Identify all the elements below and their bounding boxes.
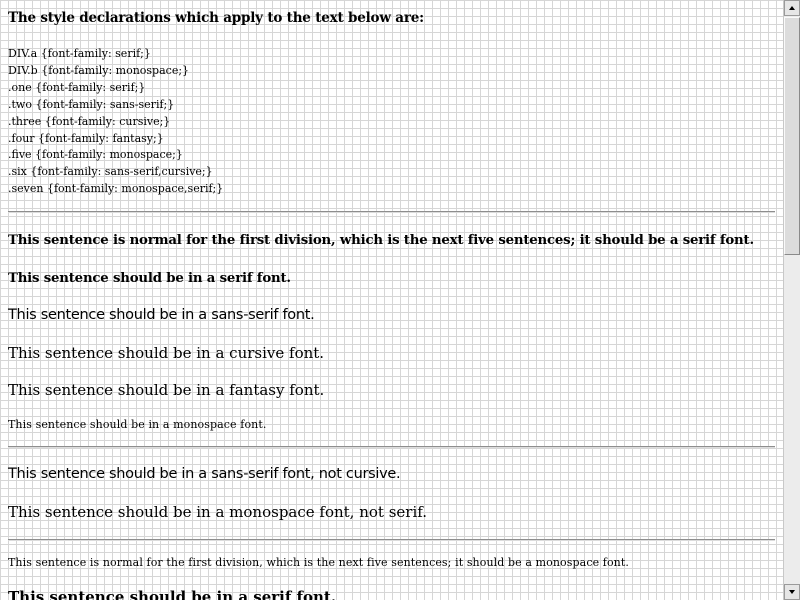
scroll-down-button[interactable] (784, 584, 800, 600)
style-rule: .seven {font-family: monospace,serif;} (8, 182, 224, 196)
style-rule: .four {font-family: fantasy;} (8, 131, 164, 145)
sans-serif-sentence: This sentence should be in a sans-serif … (8, 307, 315, 323)
monospace-sentence: This sentence should be in a monospace f… (8, 418, 267, 431)
divider (8, 539, 775, 541)
monospace-not-serif-sentence: This sentence should be in a monospace f… (8, 503, 428, 521)
style-rule: .five {font-family: monospace;} (8, 148, 183, 162)
arrow-down-icon (789, 590, 795, 594)
style-rule: DIV.b {font-family: monospace;} (8, 63, 190, 77)
style-rule: .two {font-family: sans-serif;} (8, 97, 175, 111)
divider (8, 211, 775, 213)
style-rule: .six {font-family: sans-serif,cursive;} (8, 165, 213, 179)
scrollbar-thumb[interactable] (784, 17, 800, 255)
arrow-up-icon (789, 6, 795, 10)
fantasy-sentence: This sentence should be in a fantasy fon… (8, 381, 325, 399)
sans-serif-not-cursive-sentence: This sentence should be in a sans-serif … (8, 466, 401, 482)
division-a-normal-sentence: This sentence is normal for the first di… (8, 233, 754, 248)
style-rule: .three {font-family: cursive;} (8, 114, 171, 128)
style-rules-list: DIV.a {font-family: serif;} DIV.b {font-… (8, 46, 223, 198)
scroll-up-button[interactable] (784, 0, 800, 16)
style-rule: .one {font-family: serif;} (8, 80, 146, 94)
divider (8, 446, 775, 448)
page-viewport: The style declarations which apply to th… (0, 0, 783, 600)
serif-sentence: This sentence should be in a serif font. (8, 271, 291, 286)
division-b-normal-sentence: This sentence is normal for the first di… (8, 556, 629, 569)
vertical-scrollbar[interactable] (783, 0, 800, 600)
cursive-sentence: This sentence should be in a cursive fon… (8, 344, 325, 362)
division-b-serif-sentence: This sentence should be in a serif font. (8, 588, 337, 600)
declarations-heading: The style declarations which apply to th… (8, 10, 424, 26)
style-rule: DIV.a {font-family: serif;} (8, 47, 151, 60)
